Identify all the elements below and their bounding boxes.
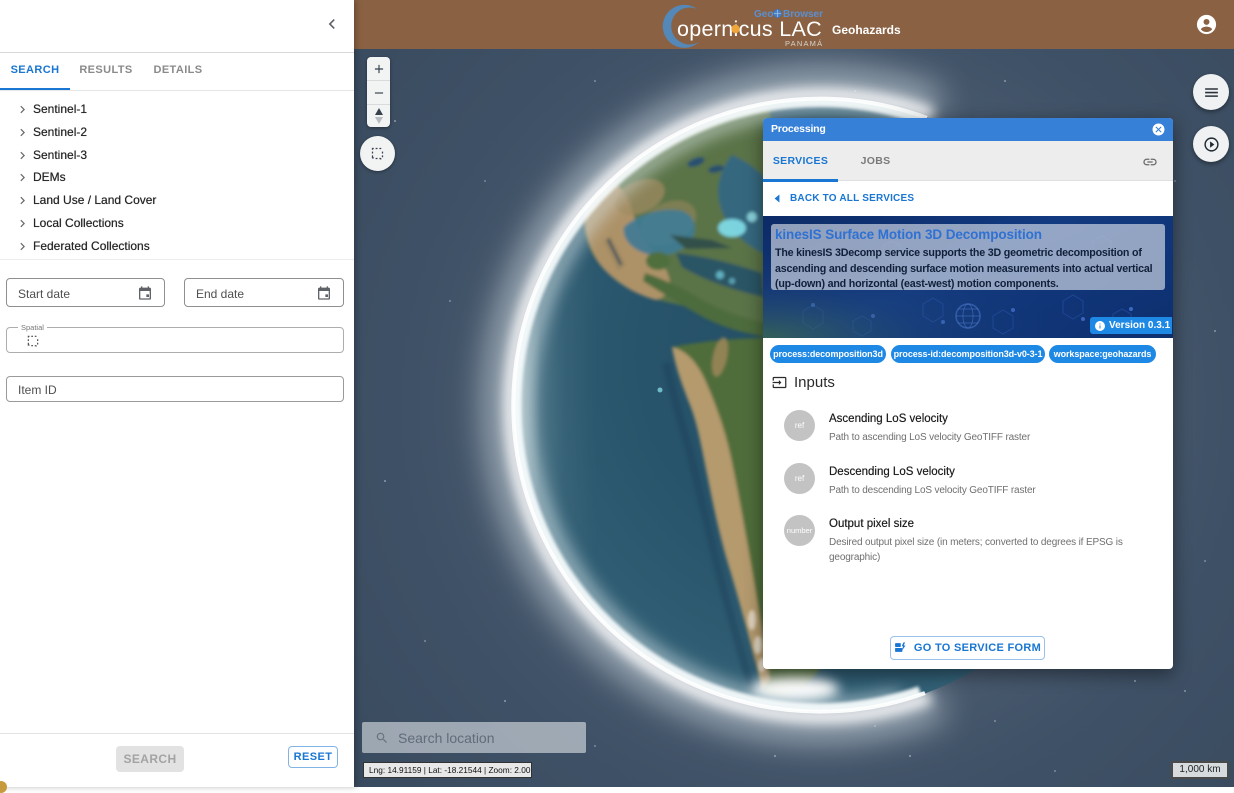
svg-text:Geo: Geo	[754, 9, 773, 20]
svg-text:PANAMÁ: PANAMÁ	[785, 39, 823, 48]
svg-text:Browser: Browser	[783, 9, 823, 20]
svg-text:opernicus LAC: opernicus LAC	[677, 17, 822, 41]
